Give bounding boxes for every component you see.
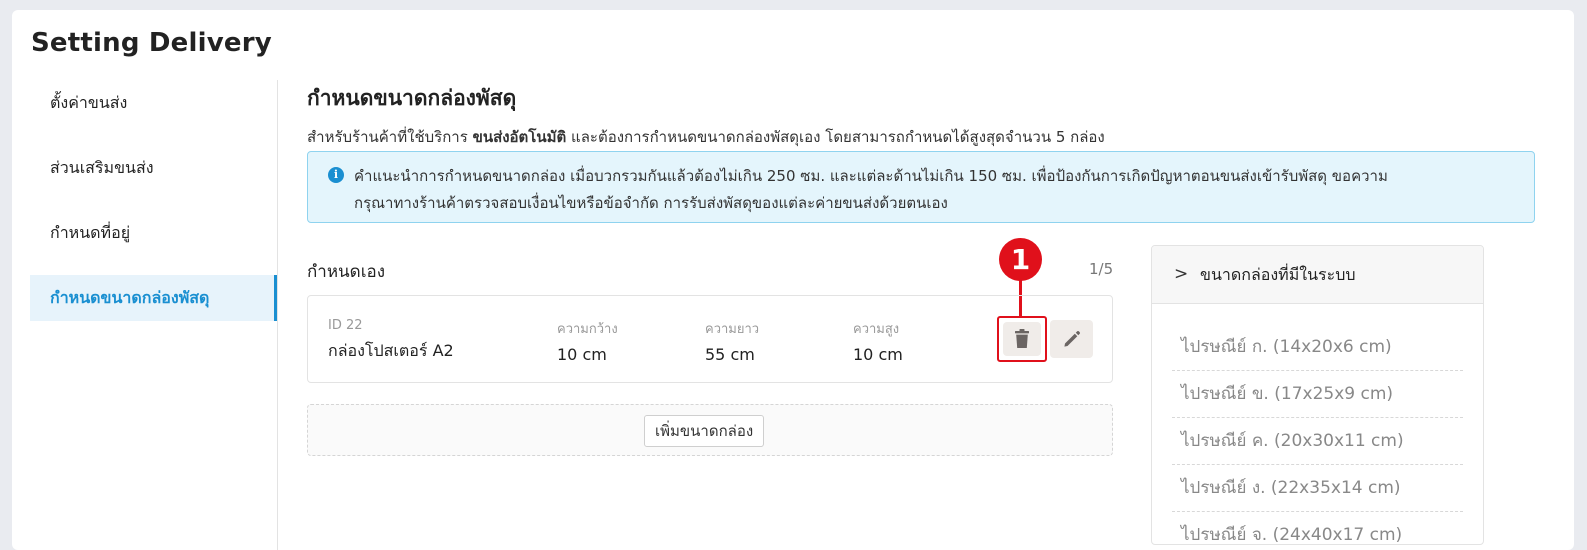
chevron-right-icon: >: [1174, 264, 1189, 284]
info-alert: i คำแนะนำการกำหนดขนาดกล่อง เมื่อบวกรวมกั…: [307, 151, 1535, 223]
add-box-area: เพิ่มขนาดกล่อง: [307, 404, 1113, 456]
box-name: กล่องโปสเตอร์ A2: [328, 341, 454, 360]
page-title: Setting Delivery: [31, 28, 272, 58]
desc-suffix: และต้องการกำหนดขนาดกล่องพัสดุเอง โดยสามา…: [571, 128, 1105, 146]
desc-bold: ขนส่งอัตโนมัติ: [472, 128, 567, 146]
length-label: ความยาว: [705, 322, 760, 337]
system-box-sizes-list: ไปรษณีย์ ก. (14x20x6 cm) ไปรษณีย์ ข. (17…: [1152, 304, 1483, 544]
pencil-icon: [1063, 330, 1080, 347]
info-icon: i: [328, 167, 344, 183]
length-value: 55 cm: [705, 345, 755, 364]
step-callout-badge: 1: [999, 238, 1042, 281]
height-value: 10 cm: [853, 345, 903, 364]
main-content: กำหนดขนาดกล่องพัสดุ สำหรับร้านค้าที่ใช้บ…: [307, 82, 1547, 456]
system-box-sizes-title: ขนาดกล่องที่มีในระบบ: [1200, 265, 1356, 284]
list-item[interactable]: ไปรษณีย์ ข. (17x25x9 cm): [1172, 371, 1463, 418]
trash-icon: [1015, 329, 1029, 348]
custom-boxes-label: กำหนดเอง: [307, 262, 386, 282]
section-title: กำหนดขนาดกล่องพัสดุ: [307, 86, 517, 110]
list-item[interactable]: ไปรษณีย์ ค. (20x30x11 cm): [1172, 418, 1463, 465]
box-width-column: ความกว้าง 10 cm: [557, 318, 618, 364]
list-item[interactable]: ไปรษณีย์ จ. (24x40x17 cm): [1172, 512, 1463, 544]
box-id-column: ID 22 กล่องโปสเตอร์ A2: [328, 318, 454, 364]
width-label: ความกว้าง: [557, 322, 618, 337]
section-description: สำหรับร้านค้าที่ใช้บริการ ขนส่งอัตโนมัติ…: [307, 125, 1547, 149]
edit-button[interactable]: [1050, 320, 1093, 358]
list-item[interactable]: ไปรษณีย์ ก. (14x20x6 cm): [1172, 324, 1463, 371]
width-value: 10 cm: [557, 345, 607, 364]
sidebar-item-address[interactable]: กำหนดที่อยู่: [30, 210, 277, 256]
box-length-column: ความยาว 55 cm: [705, 318, 759, 364]
box-counter: 1/5: [1089, 260, 1114, 278]
info-text-line2: กรุณาทางร้านค้าตรวจสอบเงื่อนไขหรือข้อจำก…: [354, 194, 948, 212]
info-text-line1: คำแนะนำการกำหนดขนาดกล่อง เมื่อบวกรวมกันแ…: [354, 167, 1388, 185]
custom-box-row: ID 22 กล่องโปสเตอร์ A2 ความกว้าง 10 cm ค…: [307, 295, 1113, 383]
list-item[interactable]: ไปรษณีย์ ง. (22x35x14 cm): [1172, 465, 1463, 512]
box-height-column: ความสูง 10 cm: [853, 318, 903, 364]
sidebar-item-delivery-settings[interactable]: ตั้งค่าขนส่ง: [30, 80, 277, 126]
box-id: ID 22: [328, 318, 363, 333]
desc-prefix: สำหรับร้านค้าที่ใช้บริการ: [307, 128, 468, 146]
system-box-sizes-panel: > ขนาดกล่องที่มีในระบบ ไปรษณีย์ ก. (14x2…: [1151, 245, 1484, 545]
settings-sidebar: ตั้งค่าขนส่ง ส่วนเสริมขนส่ง กำหนดที่อยู่…: [30, 80, 278, 550]
delete-button[interactable]: [1003, 322, 1041, 356]
sidebar-item-box-size[interactable]: กำหนดขนาดกล่องพัสดุ: [30, 275, 277, 321]
system-box-sizes-header[interactable]: > ขนาดกล่องที่มีในระบบ: [1152, 246, 1483, 304]
sidebar-item-delivery-addons[interactable]: ส่วนเสริมขนส่ง: [30, 145, 277, 191]
add-box-button[interactable]: เพิ่มขนาดกล่อง: [644, 415, 765, 447]
delete-highlight-frame: [997, 316, 1047, 362]
height-label: ความสูง: [853, 322, 900, 337]
